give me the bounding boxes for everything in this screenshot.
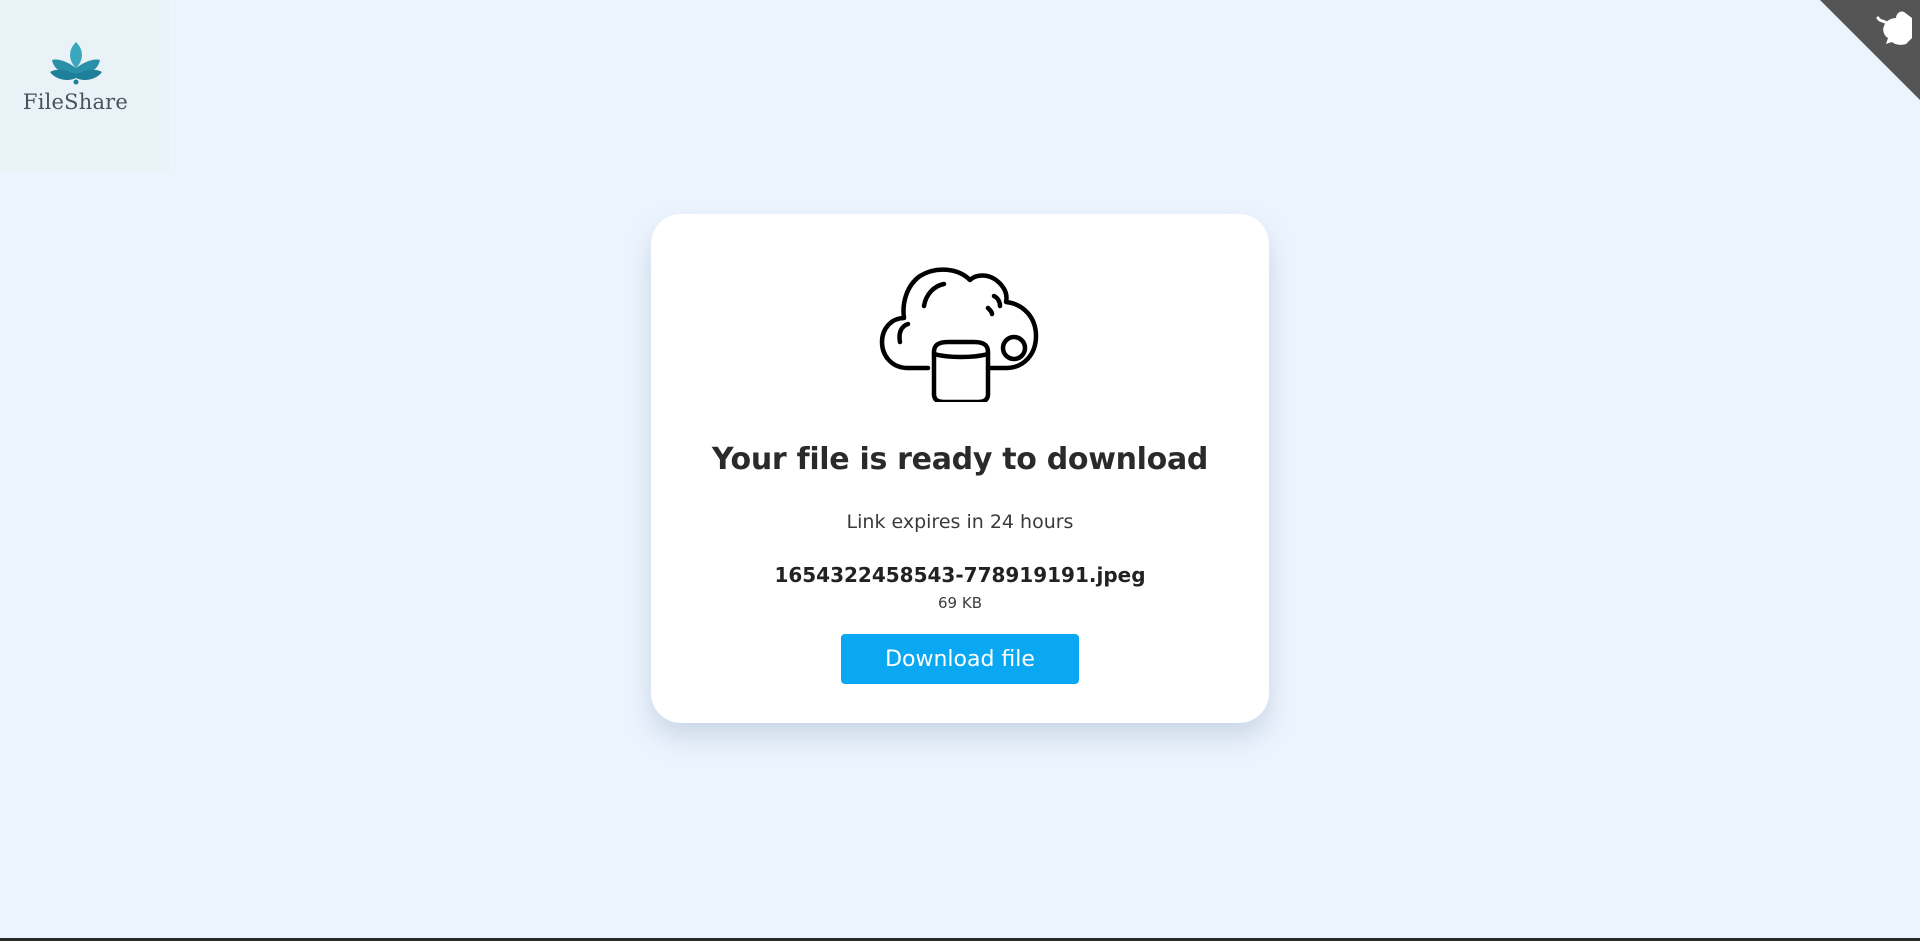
download-card: Your file is ready to download Link expi… (651, 214, 1269, 723)
download-button[interactable]: Download file (841, 634, 1079, 684)
card-title: Your file is ready to download (711, 442, 1209, 477)
file-name: 1654322458543-778919191.jpeg (774, 563, 1146, 587)
github-corner[interactable] (1820, 0, 1920, 100)
expiry-notice: Link expires in 24 hours (846, 511, 1074, 533)
brand-name: FileShare (22, 90, 129, 114)
page: FileShare Your file is ready to download… (0, 0, 1920, 941)
lotus-icon (49, 42, 102, 85)
cloud-storage-icon (879, 267, 1039, 402)
brand-logo[interactable]: FileShare (0, 0, 169, 172)
file-size: 69 KB (938, 594, 982, 612)
